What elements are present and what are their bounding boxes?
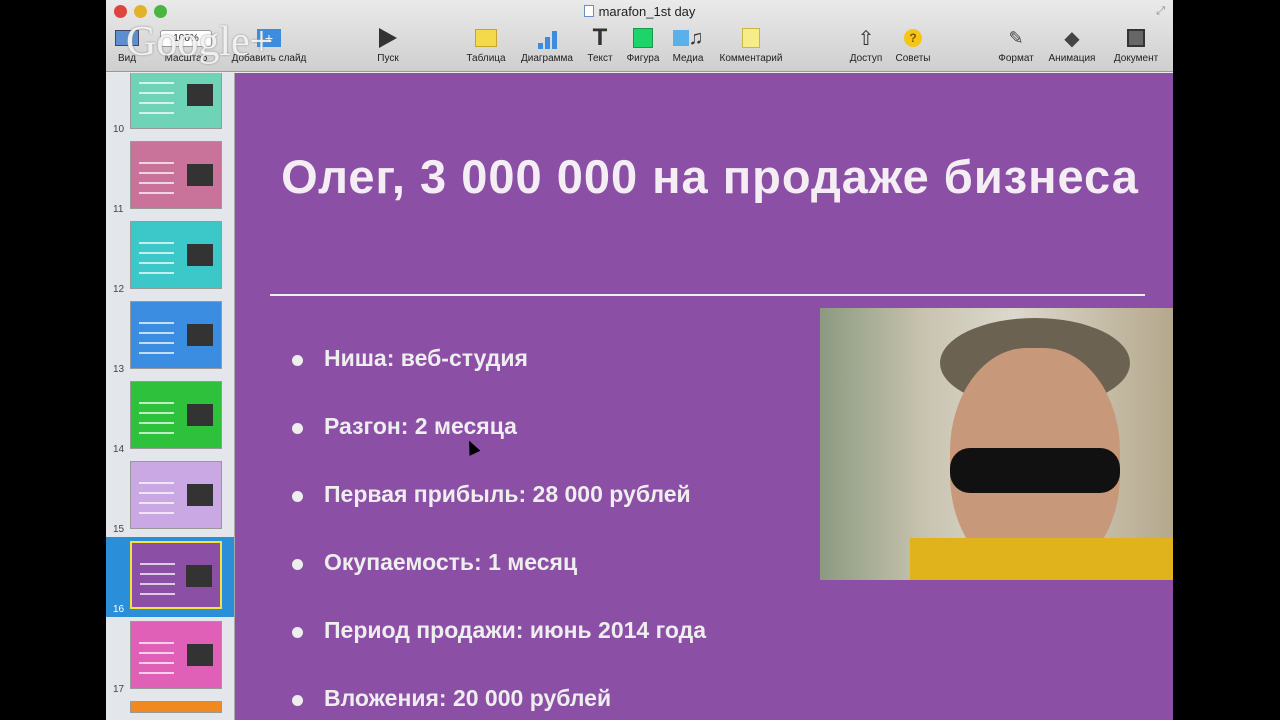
- slide-number: 17: [113, 684, 125, 695]
- keynote-window: marafon_1st day ⤢ Вид 100% Масштаб + Добав…: [106, 0, 1173, 720]
- slide-thumbnail[interactable]: 17: [106, 617, 234, 697]
- thumbnail-preview: [130, 621, 222, 689]
- label: Комментарий: [719, 53, 783, 64]
- thumbnail-preview: [130, 73, 222, 129]
- bullet-text: Ниша: веб-студия: [324, 345, 528, 371]
- thumbnail-preview: [130, 461, 222, 529]
- google-plus-watermark: Google+: [126, 19, 274, 65]
- slide-number: 13: [113, 364, 125, 375]
- tips-icon: ?: [892, 26, 934, 50]
- play-button[interactable]: Пуск: [368, 26, 408, 64]
- format-button[interactable]: ✎ Формат: [994, 26, 1038, 65]
- document-button[interactable]: Документ: [1108, 26, 1164, 64]
- slide-number: 16: [113, 604, 125, 615]
- bullet-item[interactable]: Ниша: веб-студия: [292, 345, 528, 372]
- table-button[interactable]: Таблица: [462, 26, 510, 64]
- share-icon: ⇧: [857, 27, 875, 50]
- slide-thumbnail[interactable]: 13: [106, 297, 234, 377]
- comment-icon: [714, 26, 788, 50]
- bullet-item[interactable]: Период продажи: июнь 2014 года: [292, 617, 706, 644]
- text-icon: T: [592, 24, 608, 51]
- thumbnail-preview: [130, 301, 222, 369]
- slide-title[interactable]: Олег, 3 000 000 на продаже бизнеса: [275, 145, 1145, 208]
- label: Текст: [587, 53, 613, 64]
- label: Таблица: [466, 53, 506, 64]
- window-title: marafon_1st day: [106, 4, 1173, 19]
- label: Фигура: [626, 53, 660, 64]
- label: Пуск: [377, 53, 399, 64]
- document-icon: [583, 5, 594, 17]
- slide-canvas[interactable]: Олег, 3 000 000 на продаже бизнеса Ниша:…: [235, 73, 1173, 720]
- format-icon: ✎: [1008, 27, 1024, 48]
- chart-button[interactable]: Диаграмма: [516, 26, 578, 64]
- bullet-text: Первая прибыль: 28 000 рублей: [324, 481, 691, 507]
- chart-icon: [516, 26, 578, 50]
- slide-thumbnail[interactable]: 10: [106, 73, 234, 137]
- toolbar: marafon_1st day ⤢ Вид 100% Масштаб + Добав…: [106, 0, 1173, 72]
- media-icon: ♫: [668, 26, 708, 50]
- slides-sidebar[interactable]: Слайды 101112131415161718: [106, 73, 235, 720]
- fullscreen-icon[interactable]: ⤢: [1156, 5, 1165, 18]
- document-icon: [1108, 26, 1164, 50]
- media-button[interactable]: ♫ Медиа: [668, 26, 708, 64]
- slide-number: 10: [113, 124, 125, 135]
- slide-thumbnail[interactable]: 16: [106, 537, 234, 617]
- label: Доступ: [849, 53, 883, 64]
- slide-number: 11: [113, 204, 124, 215]
- slide-number: 12: [113, 284, 125, 295]
- thumbnail-preview: [130, 141, 222, 209]
- tips-button[interactable]: ? Советы: [892, 26, 934, 64]
- title-divider: [270, 294, 1145, 296]
- label: Медиа: [672, 53, 704, 64]
- slide-thumbnail[interactable]: 12: [106, 217, 234, 297]
- slide-thumbnail[interactable]: 11: [106, 137, 234, 217]
- label: Анимация: [1048, 53, 1096, 64]
- label: Документ: [1113, 53, 1159, 64]
- text-button[interactable]: T Текст: [584, 24, 616, 64]
- share-button[interactable]: ⇧ Доступ: [846, 26, 886, 65]
- bullet-item[interactable]: Окупаемость: 1 месяц: [291, 549, 578, 576]
- bullet-item[interactable]: Вложения: 20 000 рублей: [291, 685, 612, 712]
- animation-icon: ◆: [1064, 27, 1080, 50]
- slide-number: 15: [113, 524, 125, 535]
- thumbnail-preview: [130, 541, 222, 609]
- slide-photo[interactable]: [820, 308, 1173, 580]
- label: Советы: [895, 53, 931, 64]
- slide-thumbnail[interactable]: 14: [106, 377, 234, 457]
- thumbnail-preview: [130, 701, 222, 713]
- bullet-text: Вложения: 20 000 рублей: [324, 685, 612, 711]
- bullet-text: Окупаемость: 1 месяц: [324, 549, 578, 575]
- table-icon: [462, 26, 510, 50]
- slide-thumbnail[interactable]: 18: [106, 697, 234, 713]
- shape-icon: [622, 26, 664, 50]
- thumbnail-preview: [130, 381, 222, 449]
- label: Диаграмма: [520, 53, 573, 64]
- label: Формат: [998, 53, 1034, 64]
- bullet-item[interactable]: Первая прибыль: 28 000 рублей: [292, 481, 691, 508]
- shape-button[interactable]: Фигура: [622, 26, 664, 64]
- thumbnail-preview: [130, 221, 222, 289]
- slide-thumbnail[interactable]: 15: [106, 457, 234, 537]
- bullet-text: Разгон: 2 месяца: [324, 413, 517, 439]
- bullet-text: Период продажи: июнь 2014 года: [324, 617, 706, 643]
- play-icon: [368, 26, 408, 50]
- slide-number: 14: [113, 444, 125, 455]
- title-text: marafon_1st day: [598, 4, 696, 19]
- animation-button[interactable]: ◆ Анимация: [1044, 26, 1100, 65]
- comment-button[interactable]: Комментарий: [714, 26, 788, 64]
- bullet-item[interactable]: Разгон: 2 месяца: [292, 413, 517, 440]
